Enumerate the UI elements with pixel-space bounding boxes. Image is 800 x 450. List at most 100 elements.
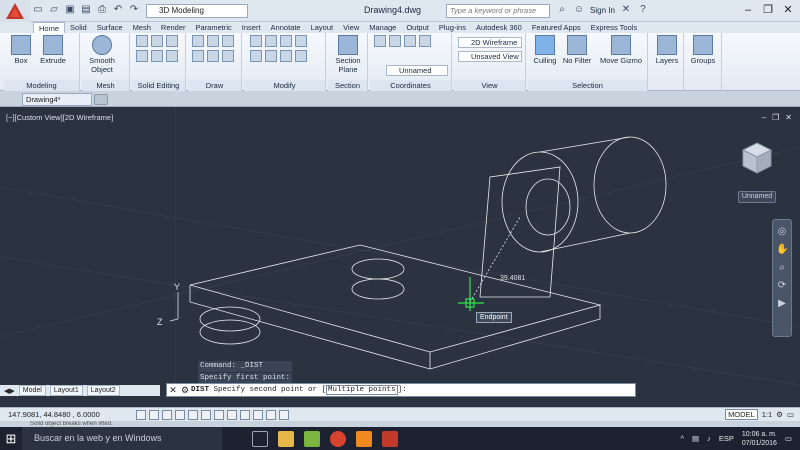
exchange-icon[interactable]: ✕ <box>620 4 632 16</box>
tab-annotate[interactable]: Annotate <box>266 22 306 33</box>
volume-icon[interactable]: ♪ <box>707 434 711 443</box>
quick-properties-icon[interactable] <box>279 409 289 420</box>
box-button[interactable]: Box <box>6 35 36 65</box>
tab-express-tools[interactable]: Express Tools <box>586 22 643 33</box>
workspace-switch-icon[interactable]: ⚙ <box>776 410 783 419</box>
copy-icon[interactable] <box>295 35 307 47</box>
layers-button[interactable]: Layers <box>652 35 682 65</box>
line-icon[interactable] <box>192 35 204 47</box>
tab-output[interactable]: Output <box>401 22 434 33</box>
application-menu-button[interactable] <box>0 0 30 22</box>
help-icon[interactable]: ? <box>637 4 649 16</box>
sign-in-link[interactable]: Sign In <box>590 6 615 15</box>
viewcube-icon[interactable] <box>738 139 776 177</box>
tab-layout2[interactable]: Layout2 <box>86 385 120 396</box>
extrude-button[interactable]: Extrude <box>38 35 68 65</box>
new-tab-button[interactable] <box>94 94 108 105</box>
command-line[interactable]: ✕ ⚙ DIST Specify second point or [Multip… <box>166 383 636 397</box>
file-explorer-icon[interactable] <box>278 430 294 447</box>
dyn-icon[interactable] <box>240 409 250 420</box>
erase-icon[interactable] <box>295 50 307 62</box>
keyboard-language[interactable]: ESP <box>719 434 734 443</box>
subtract-icon[interactable] <box>151 35 163 47</box>
3dosnap-icon[interactable] <box>201 409 211 420</box>
restore-icon[interactable]: ❐ <box>760 3 776 17</box>
windows-start-icon[interactable]: ⊞ <box>0 427 22 450</box>
ucs-origin-icon[interactable] <box>389 35 401 47</box>
section-plane-button[interactable]: Section Plane <box>332 35 364 74</box>
print-icon[interactable]: ⎙ <box>96 4 108 16</box>
task-view-icon[interactable] <box>252 430 268 447</box>
save-icon[interactable]: ▣ <box>64 4 76 16</box>
move-gizmo-button[interactable]: Move Gizmo <box>598 35 644 65</box>
named-ucs-dropdown[interactable]: Unnamed <box>386 65 448 76</box>
tab-featured-apps[interactable]: Featured Apps <box>527 22 586 33</box>
showmotion-icon[interactable]: ▶ <box>776 298 788 310</box>
fullscreen-icon[interactable]: ▭ <box>787 410 794 419</box>
annotation-scale[interactable]: 1:1 <box>762 410 772 419</box>
no-filter-button[interactable]: No Filter <box>562 35 592 65</box>
command-option-multiple-points[interactable]: Multiple points <box>326 385 398 395</box>
lineweight-icon[interactable] <box>253 409 263 420</box>
redo-icon[interactable]: ↷ <box>128 4 140 16</box>
groups-button[interactable]: Groups <box>688 35 718 65</box>
polyline-icon[interactable] <box>207 35 219 47</box>
scale-icon[interactable] <box>280 35 292 47</box>
customize-icon[interactable]: ⚙ <box>179 385 191 396</box>
user-icon[interactable]: ☺ <box>573 4 585 16</box>
minimize-icon[interactable]: – <box>740 3 756 17</box>
visual-style-dropdown[interactable]: 2D Wireframe <box>458 37 522 48</box>
tab-model[interactable]: Model <box>18 385 46 396</box>
grid-icon[interactable] <box>149 409 159 420</box>
saved-view-dropdown[interactable]: Unsaved View <box>458 51 522 62</box>
trim-icon[interactable] <box>280 50 292 62</box>
culling-button[interactable]: Culling <box>530 35 560 65</box>
intersect-icon[interactable] <box>166 35 178 47</box>
tab-layout1[interactable]: Layout1 <box>49 385 83 396</box>
vlc-icon[interactable] <box>356 430 372 447</box>
tab-solid[interactable]: Solid <box>65 22 92 33</box>
tab-nav-icon[interactable]: ◀▶ <box>4 387 15 395</box>
app-icon[interactable] <box>304 430 320 447</box>
viewcube-ucs-menu[interactable]: Unnamed <box>738 191 776 203</box>
chrome-icon[interactable] <box>330 430 346 447</box>
tab-insert[interactable]: Insert <box>237 22 266 33</box>
rotate-icon[interactable] <box>265 35 277 47</box>
mirror-icon[interactable] <box>250 50 262 62</box>
coordinate-readout[interactable]: 147.9081, 44.8480 , 6.0000 <box>0 410 100 419</box>
workspace-dropdown[interactable]: 3D Modeling <box>146 4 248 18</box>
network-icon[interactable]: ▤ <box>692 434 699 443</box>
smooth-object-button[interactable]: Smooth Object <box>86 35 118 74</box>
orbit-icon[interactable]: ⟳ <box>776 280 788 292</box>
tab-surface[interactable]: Surface <box>92 22 128 33</box>
tab-layout[interactable]: Layout <box>306 22 339 33</box>
transparency-icon[interactable] <box>266 409 276 420</box>
search-input[interactable]: Type a keyword or phrase <box>446 4 550 18</box>
ducs-icon[interactable] <box>227 409 237 420</box>
close-icon[interactable]: ✕ <box>780 3 796 17</box>
notifications-icon[interactable]: ▭ <box>785 434 792 443</box>
undo-icon[interactable]: ↶ <box>112 4 124 16</box>
tab-plug-ins[interactable]: Plug-ins <box>434 22 471 33</box>
save-as-icon[interactable]: ▤ <box>80 4 92 16</box>
autocad-taskbar-icon[interactable] <box>382 430 398 447</box>
ucs-3point-icon[interactable] <box>419 35 431 47</box>
polar-icon[interactable] <box>175 409 185 420</box>
tray-chevron-icon[interactable]: ^ <box>680 434 684 443</box>
arc-icon[interactable] <box>192 50 204 62</box>
tab-render[interactable]: Render <box>156 22 191 33</box>
osnap-icon[interactable] <box>188 409 198 420</box>
circle-icon[interactable] <box>222 35 234 47</box>
fillet-edge-icon[interactable] <box>166 50 178 62</box>
tab-manage[interactable]: Manage <box>364 22 401 33</box>
shell-icon[interactable] <box>151 50 163 62</box>
tab-mesh[interactable]: Mesh <box>128 22 156 33</box>
drawing-viewport[interactable]: [−][Custom View][2D Wireframe] – ❐ ✕ Y Z… <box>0 107 800 385</box>
tab-home[interactable]: Home <box>33 22 66 33</box>
ucs-world-icon[interactable] <box>374 35 386 47</box>
zoom-icon[interactable]: ⌕ <box>776 262 788 274</box>
close-icon[interactable]: ✕ <box>167 385 179 396</box>
document-tab[interactable]: Drawing4* <box>22 93 92 106</box>
tab-parametric[interactable]: Parametric <box>191 22 237 33</box>
ucs-z-icon[interactable] <box>404 35 416 47</box>
